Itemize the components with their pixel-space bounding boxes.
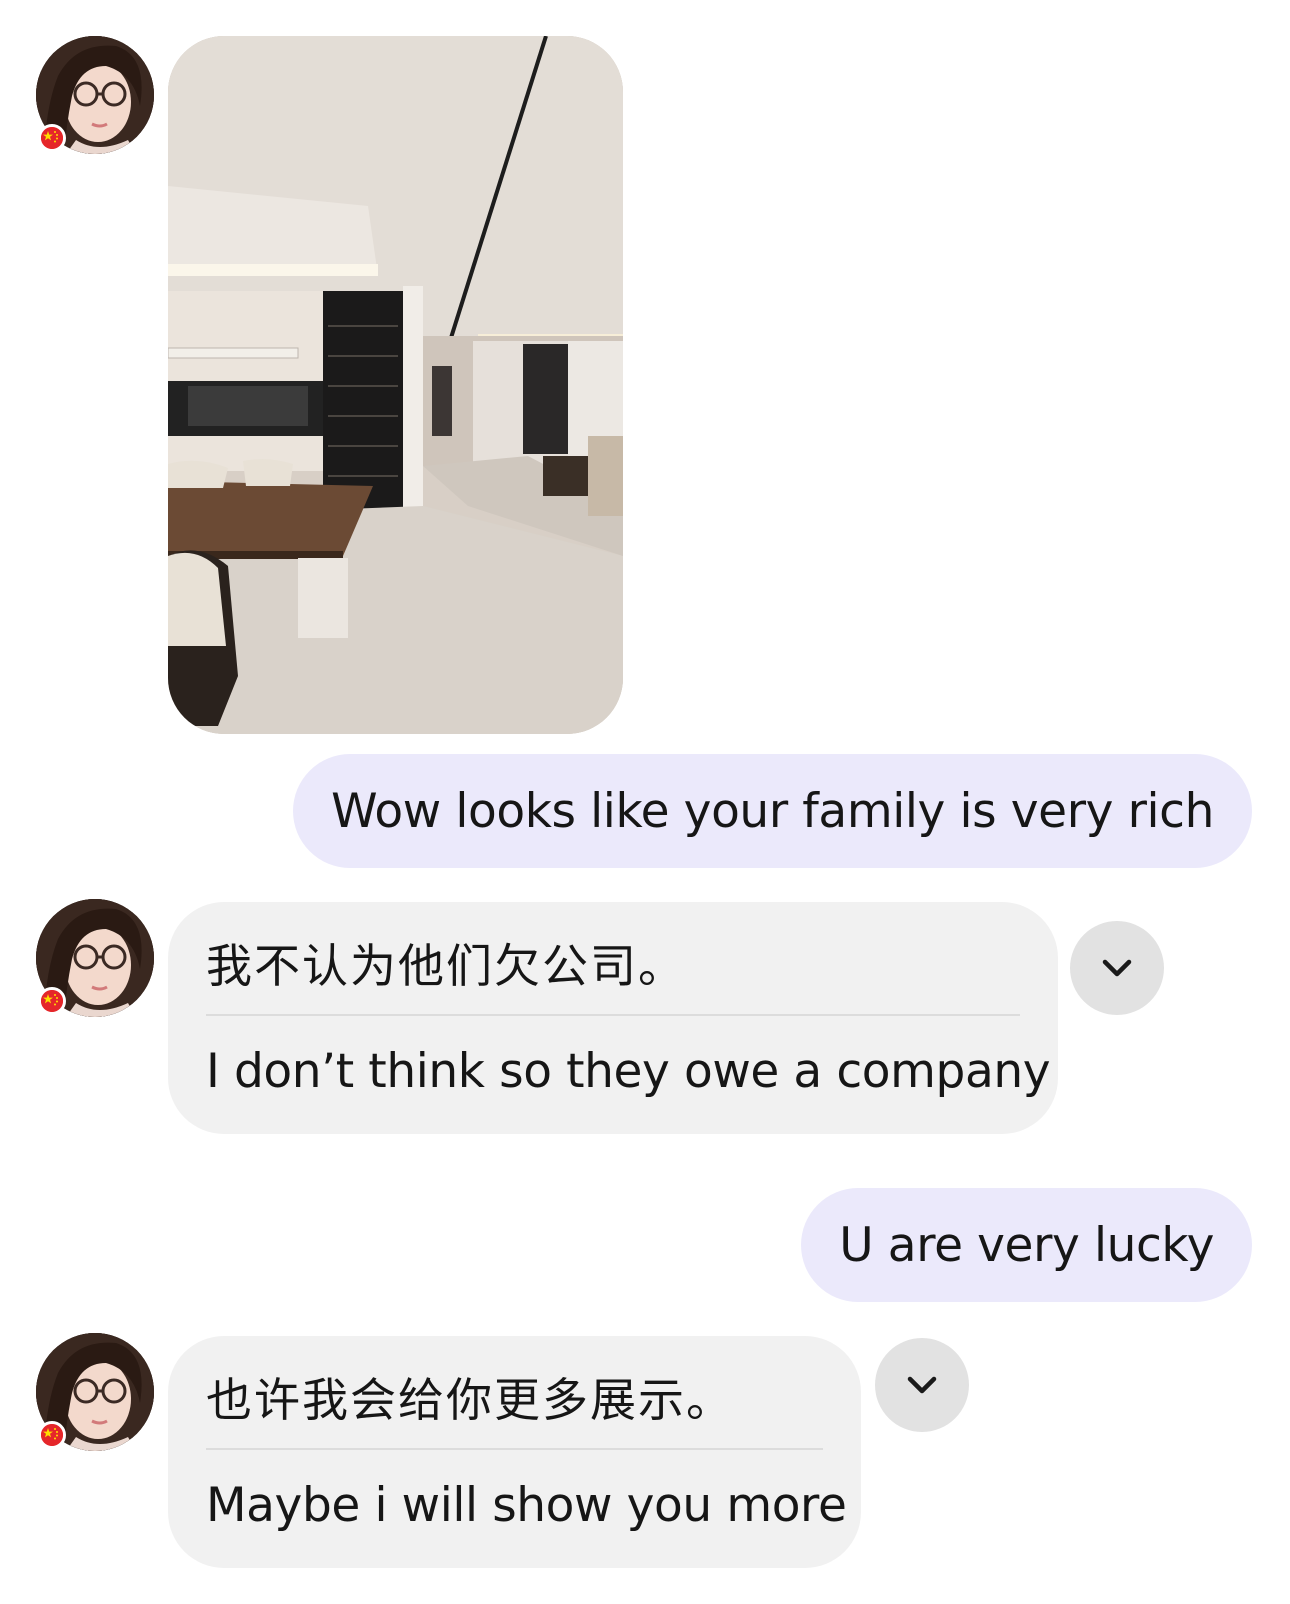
translated-text: I don’t think so they owe a company xyxy=(206,1043,1051,1099)
china-flag-icon xyxy=(38,987,66,1015)
chevron-down-icon xyxy=(907,1376,937,1394)
outgoing-message[interactable]: Wow looks like your family is very rich xyxy=(293,754,1252,868)
message-text: U are very lucky xyxy=(839,1217,1214,1273)
collapse-translation-button[interactable] xyxy=(875,1338,969,1432)
china-flag-icon xyxy=(38,1421,66,1449)
original-text: 我不认为他们欠公司。 xyxy=(206,939,686,993)
sender-avatar[interactable] xyxy=(36,899,154,1017)
chevron-down-icon xyxy=(1102,959,1132,977)
incoming-translated-message[interactable]: 也许我会给你更多展示。 Maybe i will show you more xyxy=(168,1336,861,1568)
incoming-translated-message[interactable]: 我不认为他们欠公司。 I don’t think so they owe a c… xyxy=(168,902,1058,1134)
sender-avatar[interactable] xyxy=(36,1333,154,1451)
collapse-translation-button[interactable] xyxy=(1070,921,1164,1015)
shared-interior-photo[interactable] xyxy=(168,36,623,734)
original-text: 也许我会给你更多展示。 xyxy=(206,1373,734,1427)
outgoing-message[interactable]: U are very lucky xyxy=(801,1188,1252,1302)
message-text: Wow looks like your family is very rich xyxy=(331,783,1214,839)
sender-avatar[interactable] xyxy=(36,36,154,154)
china-flag-icon xyxy=(38,124,66,152)
translated-text: Maybe i will show you more xyxy=(206,1477,847,1533)
